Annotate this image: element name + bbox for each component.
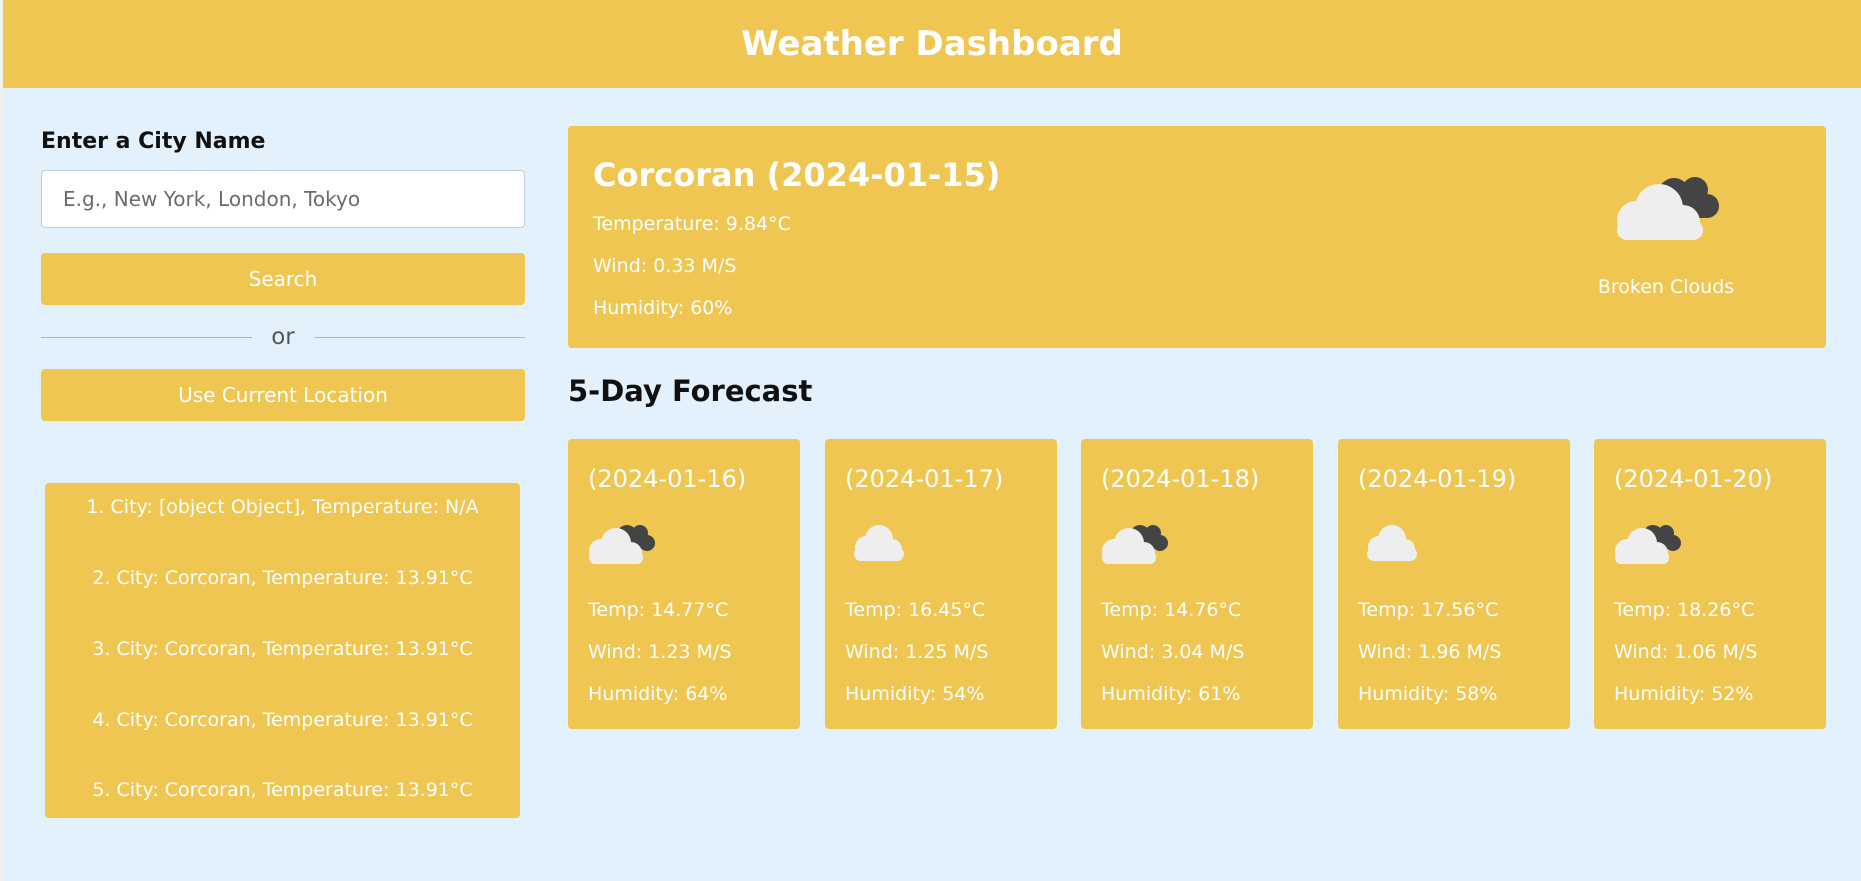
forecast-temp: Temp: 14.76°C <box>1101 599 1242 621</box>
forecast-date: (2024-01-19) <box>1358 465 1517 493</box>
broken-clouds-icon <box>589 525 655 564</box>
current-wind: Wind: 0.33 M/S <box>593 255 737 277</box>
search-history-list: 1. City: [object Object], Temperature: N… <box>45 483 520 818</box>
or-divider: or <box>41 305 525 369</box>
history-item[interactable]: 2. City: Corcoran, Temperature: 13.91°C <box>45 567 520 589</box>
current-condition: Broken Clouds <box>1597 276 1735 298</box>
page-title: Weather Dashboard <box>741 24 1123 64</box>
forecast-date: (2024-01-20) <box>1614 465 1773 493</box>
or-label: or <box>271 324 295 350</box>
broken-clouds-icon <box>1617 177 1719 240</box>
forecast-card: (2024-01-18) Temp: 14.76°C Wind: 3.04 M/… <box>1081 439 1313 729</box>
search-panel: Enter a City Name Search or Use Current … <box>41 126 525 421</box>
use-current-location-button[interactable]: Use Current Location <box>41 369 525 421</box>
forecast-title: 5-Day Forecast <box>568 374 813 408</box>
forecast-humidity: Humidity: 61% <box>1101 683 1241 705</box>
forecast-temp: Temp: 16.45°C <box>845 599 986 621</box>
forecast-wind: Wind: 1.06 M/S <box>1614 641 1758 663</box>
forecast-wind: Wind: 1.23 M/S <box>588 641 732 663</box>
forecast-card: (2024-01-16) Temp: 14.77°C Wind: 1.23 M/… <box>568 439 800 729</box>
forecast-card: (2024-01-17) Temp: 16.45°C Wind: 1.25 M/… <box>825 439 1057 729</box>
forecast-humidity: Humidity: 52% <box>1614 683 1754 705</box>
current-weather-card: Corcoran (2024-01-15) Temperature: 9.84°… <box>568 126 1826 348</box>
city-input-label: Enter a City Name <box>41 129 266 154</box>
forecast-temp: Temp: 18.26°C <box>1614 599 1755 621</box>
forecast-temp: Temp: 17.56°C <box>1358 599 1499 621</box>
history-item[interactable]: 5. City: Corcoran, Temperature: 13.91°C <box>45 779 520 801</box>
forecast-wind: Wind: 3.04 M/S <box>1101 641 1245 663</box>
current-humidity: Humidity: 60% <box>593 297 733 319</box>
cloud-icon <box>854 525 904 561</box>
divider-line-left <box>41 336 252 338</box>
divider-line-right <box>314 336 525 338</box>
city-search-input[interactable] <box>41 170 525 228</box>
broken-clouds-icon <box>1615 525 1681 564</box>
forecast-card: (2024-01-19) Temp: 17.56°C Wind: 1.96 M/… <box>1338 439 1570 729</box>
forecast-humidity: Humidity: 54% <box>845 683 985 705</box>
history-item[interactable]: 4. City: Corcoran, Temperature: 13.91°C <box>45 709 520 731</box>
forecast-humidity: Humidity: 58% <box>1358 683 1498 705</box>
broken-clouds-icon <box>1102 525 1168 564</box>
forecast-date: (2024-01-18) <box>1101 465 1260 493</box>
history-item[interactable]: 3. City: Corcoran, Temperature: 13.91°C <box>45 638 520 660</box>
forecast-temp: Temp: 14.77°C <box>588 599 729 621</box>
app-header: Weather Dashboard <box>3 0 1861 88</box>
cloud-icon <box>1367 525 1417 561</box>
forecast-humidity: Humidity: 64% <box>588 683 728 705</box>
forecast-date: (2024-01-17) <box>845 465 1004 493</box>
history-item[interactable]: 1. City: [object Object], Temperature: N… <box>45 496 520 518</box>
current-city-title: Corcoran (2024-01-15) <box>593 156 1001 194</box>
search-button[interactable]: Search <box>41 253 525 305</box>
forecast-wind: Wind: 1.25 M/S <box>845 641 989 663</box>
window-edge <box>0 0 3 881</box>
forecast-wind: Wind: 1.96 M/S <box>1358 641 1502 663</box>
forecast-card: (2024-01-20) Temp: 18.26°C Wind: 1.06 M/… <box>1594 439 1826 729</box>
forecast-date: (2024-01-16) <box>588 465 747 493</box>
current-temperature: Temperature: 9.84°C <box>593 213 791 235</box>
